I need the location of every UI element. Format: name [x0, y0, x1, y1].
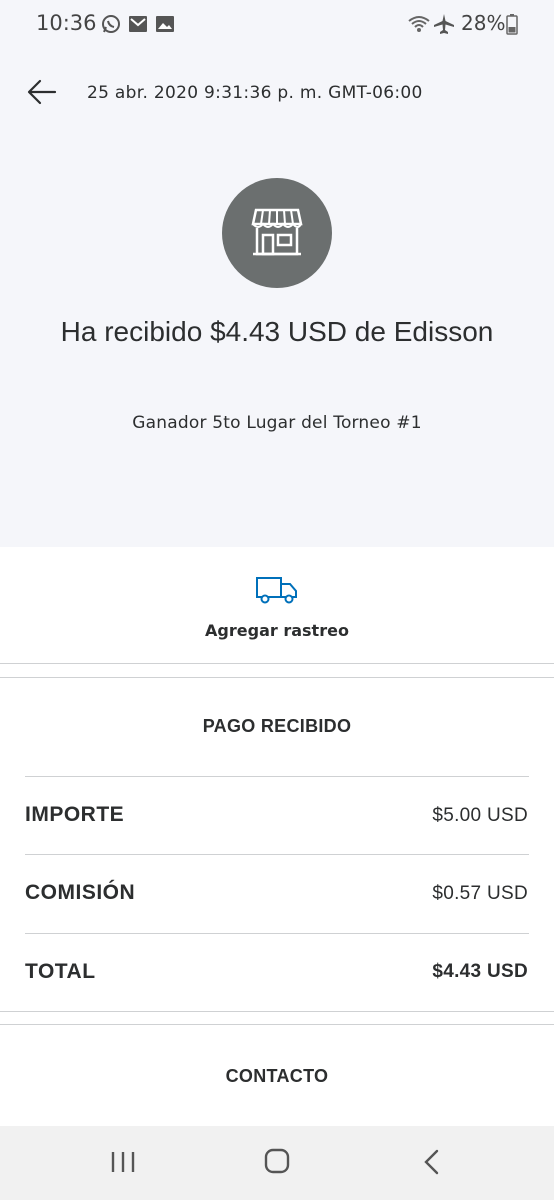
amount-label: IMPORTE [25, 803, 125, 826]
amount-value: $5.00 USD [432, 805, 528, 826]
transaction-note: Ganador 5to Lugar del Torneo #1 [132, 413, 422, 433]
divider [0, 1011, 554, 1012]
home-button[interactable] [257, 1146, 297, 1178]
storefront-icon [251, 208, 303, 256]
divider [0, 677, 554, 678]
payment-section-title: PAGO RECIBIDO [202, 716, 352, 736]
recent-apps-button[interactable] [103, 1146, 143, 1178]
total-label: TOTAL [25, 960, 96, 983]
recent-apps-icon [111, 1152, 135, 1172]
status-bar: 10:36 28% [0, 0, 554, 48]
airplane-icon [433, 13, 455, 35]
divider [0, 1024, 554, 1025]
fee-value: $0.57 USD [432, 883, 528, 904]
transaction-date: 25 abr. 2020 9:31:36 p. m. GMT-06:00 [87, 83, 423, 103]
divider [25, 933, 529, 934]
truck-icon [255, 574, 299, 610]
divider [25, 854, 529, 855]
back-button[interactable] [24, 74, 64, 110]
divider [0, 663, 554, 664]
whatsapp-icon [100, 13, 122, 35]
battery-percentage: 28% [461, 11, 506, 35]
email-icon [127, 13, 149, 35]
wifi-icon [407, 13, 430, 35]
divider [25, 776, 529, 777]
back-nav-icon [424, 1149, 439, 1175]
status-time: 10:36 [36, 11, 97, 35]
add-tracking-label: Agregar rastreo [205, 621, 349, 640]
transaction-title: Ha recibido $4.43 USD de Edisson [60, 316, 494, 347]
system-navigation-bar [0, 1126, 554, 1200]
battery-icon [506, 13, 528, 35]
fee-label: COMISIÓN [25, 881, 136, 904]
gallery-icon [154, 13, 176, 35]
merchant-avatar [222, 178, 332, 288]
contact-section-title[interactable]: CONTACTO [0, 1066, 554, 1087]
home-icon [264, 1148, 290, 1174]
total-value: $4.43 USD [432, 961, 528, 982]
arrow-left-icon [24, 79, 64, 114]
back-nav-button[interactable] [412, 1146, 452, 1178]
